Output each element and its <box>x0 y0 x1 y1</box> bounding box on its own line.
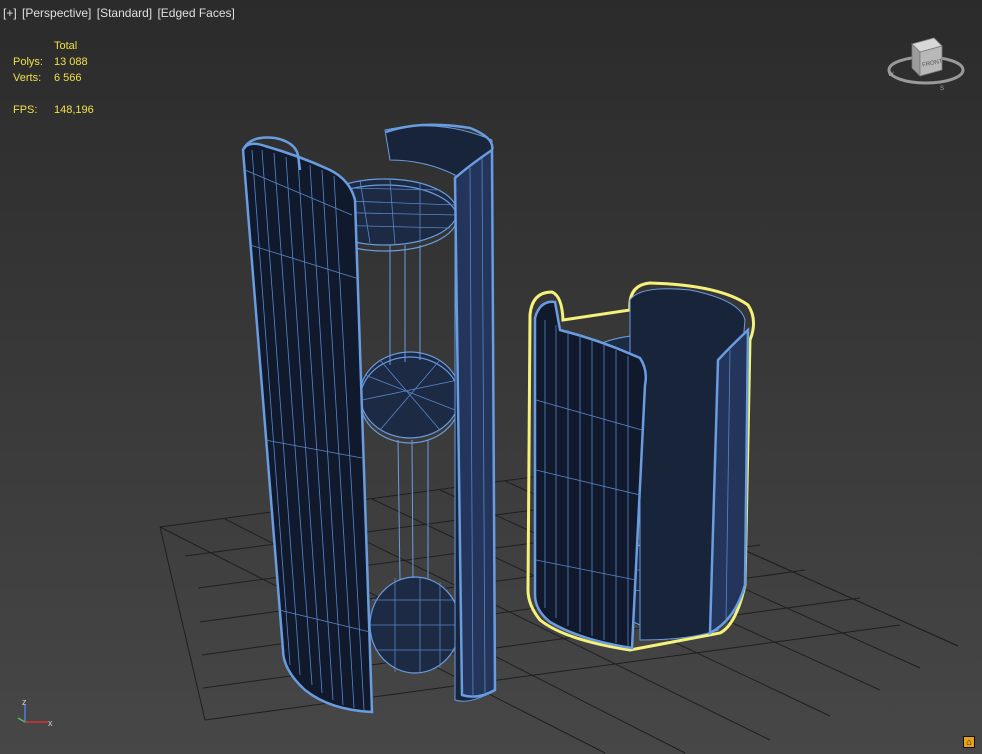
fps-value: 148,196 <box>54 104 94 116</box>
polys-label: Polys: <box>13 56 43 68</box>
short-front-panel <box>533 300 648 650</box>
tall-right-strip <box>453 147 497 698</box>
short-cylinder-shelf[interactable] <box>526 281 755 652</box>
verts-label: Verts: <box>13 72 42 84</box>
compass-w-label: W <box>888 72 894 78</box>
compass-s-label: S <box>940 86 944 92</box>
viewport-plus-menu[interactable]: [+] <box>3 6 17 20</box>
viewport-view-menu[interactable]: [Perspective] <box>22 6 91 20</box>
axis-tripod: z x <box>17 697 53 728</box>
viewport-corner-badge-icon[interactable]: ⌂ <box>963 736 975 748</box>
viewport-shading-menu[interactable]: [Standard] <box>97 6 152 20</box>
tall-cylinder-shelf[interactable] <box>241 123 497 714</box>
verts-value: 6 566 <box>54 72 82 84</box>
stats-header: Total <box>54 40 78 52</box>
axis-x-label: x <box>48 718 53 728</box>
viewcube[interactable]: FRONT W S <box>886 32 966 94</box>
statistics-overlay: Total Polys: 13 088 Verts: 6 566 FPS: 148,1… <box>13 38 94 118</box>
viewport-label-menu: [+] [Perspective] [Standard] [Edged Face… <box>3 6 237 20</box>
polys-value: 13 088 <box>54 56 88 68</box>
perspective-viewport[interactable]: z x [+] [Perspective] [Standard] [Edged … <box>0 0 982 754</box>
fps-label: FPS: <box>13 104 38 116</box>
axis-z-label: z <box>22 697 27 707</box>
viewport-scene[interactable]: z x <box>0 0 982 754</box>
viewport-mode-menu[interactable]: [Edged Faces] <box>157 6 234 20</box>
